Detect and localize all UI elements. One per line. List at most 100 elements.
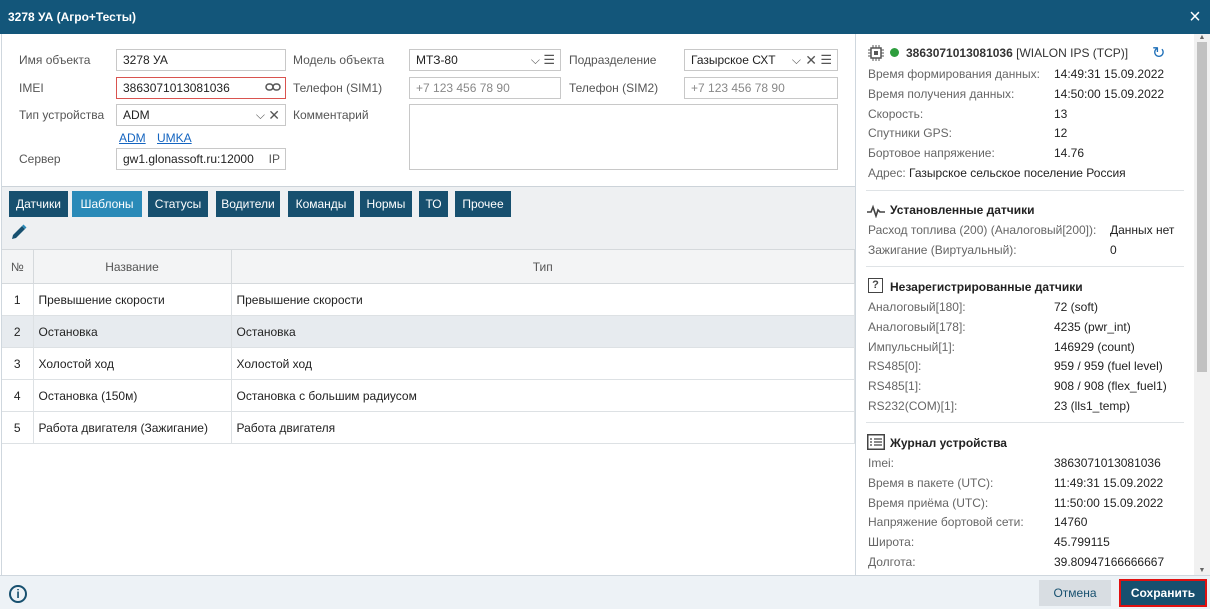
division-select[interactable]: Газырское СХТ ⌵ ✕ ☰	[684, 49, 838, 71]
save-button[interactable]: Сохранить	[1119, 579, 1207, 607]
clear-icon[interactable]: ✕	[805, 52, 817, 69]
info-value: 14:50:00 15.09.2022	[1054, 87, 1165, 101]
info-key: Время формирования данных:	[868, 67, 1040, 81]
table-row[interactable]: 5 Работа двигателя (Зажигание) Работа дв…	[2, 411, 855, 444]
imei-input[interactable]: 3863071013081036	[116, 77, 286, 99]
tab-commands[interactable]: Команды	[288, 191, 354, 217]
device-type-select[interactable]: ADM ⌵ ✕	[116, 104, 286, 126]
device-log-title: Журнал устройства	[890, 436, 1007, 450]
link-icon[interactable]	[265, 80, 281, 97]
info-value: 13	[1054, 107, 1068, 121]
tab-other[interactable]: Прочее	[455, 191, 511, 217]
table-header-row: № Название Тип	[2, 249, 855, 284]
object-form-panel: Имя объекта 3278 УА IMEI 386307101308103…	[1, 34, 855, 575]
device-link-adm[interactable]: ADM	[119, 131, 146, 145]
row-number: 3	[2, 347, 34, 380]
table-row[interactable]: 4 Остановка (150м) Остановка с большим р…	[2, 379, 855, 412]
sensor-key: Расход топлива (200) (Аналоговый[200]):	[868, 223, 1097, 237]
log-value: 45.799115	[1054, 535, 1110, 549]
row-type: Работа двигателя	[231, 411, 855, 444]
close-icon[interactable]: ×	[1184, 6, 1206, 28]
sensor-value: 4235 (pwr_int)	[1054, 320, 1131, 334]
templates-table: № Название Тип 1 Превышение скорости Пре…	[2, 249, 855, 444]
model-select[interactable]: МТЗ-80 ⌵ ☰	[409, 49, 561, 71]
sensor-value: 0	[1110, 243, 1117, 257]
comment-label: Комментарий	[293, 108, 369, 122]
chevron-down-icon[interactable]: ⌵	[792, 53, 801, 68]
log-value: 39.80947166666667	[1054, 555, 1165, 569]
model-label: Модель объекта	[293, 53, 385, 67]
clear-icon[interactable]: ✕	[268, 107, 280, 124]
info-key: Бортовое напряжение:	[868, 146, 995, 160]
tabs-bar: Датчики Шаблоны Статусы Водители Команды…	[2, 187, 855, 250]
log-key: Напряжение бортовой сети:	[868, 515, 1024, 529]
sensor-key: Аналоговый[178]:	[868, 320, 966, 334]
table-row[interactable]: 1 Превышение скорости Превышение скорост…	[2, 283, 855, 316]
divider	[866, 422, 1184, 423]
name-input[interactable]: 3278 УА	[116, 49, 286, 71]
log-value: 11:50:00 15.09.2022	[1054, 496, 1164, 510]
row-type: Превышение скорости	[231, 283, 855, 316]
scroll-down-icon[interactable]: ▼	[1197, 567, 1207, 575]
row-name: Превышение скорости	[33, 283, 232, 316]
row-number: 5	[2, 411, 34, 444]
divider	[866, 266, 1184, 267]
table-row[interactable]: 3 Холостой ход Холостой ход	[2, 347, 855, 380]
tab-drivers[interactable]: Водители	[216, 191, 280, 217]
server-label: Сервер	[19, 152, 61, 166]
ip-suffix: IP	[268, 152, 280, 166]
imei-label: IMEI	[19, 81, 44, 95]
tab-maintenance[interactable]: ТО	[419, 191, 448, 217]
window-title: 3278 УА (Агро+Тесты)	[8, 10, 136, 24]
sim1-input[interactable]: +7 123 456 78 90	[409, 77, 561, 99]
device-id: 3863071013081036	[906, 46, 1013, 60]
info-icon[interactable]: i	[9, 585, 27, 603]
sensor-value: 23 (lls1_temp)	[1054, 399, 1131, 413]
tab-norms[interactable]: Нормы	[360, 191, 412, 217]
log-key: Время приёма (UTC):	[868, 496, 989, 510]
col-type[interactable]: Тип	[231, 249, 855, 284]
table-row[interactable]: 2 Остановка Остановка	[2, 315, 855, 348]
server-input[interactable]: gw1.glonassoft.ru:12000 IP	[116, 148, 286, 170]
chevron-down-icon[interactable]: ⌵	[531, 53, 540, 68]
list-icon[interactable]: ☰	[543, 52, 555, 68]
row-type: Остановка с большим радиусом	[231, 379, 855, 412]
sensor-key: Зажигание (Виртуальный):	[868, 243, 1017, 257]
col-number[interactable]: №	[2, 249, 34, 284]
device-info-panel: 3863071013081036 [WIALON IPS (TCP)] ↻ Вр…	[855, 34, 1194, 575]
info-key: Скорость:	[868, 107, 924, 121]
sensor-value: 959 / 959 (fuel level)	[1054, 359, 1163, 373]
list-icon[interactable]: ☰	[820, 52, 832, 68]
tab-sensors[interactable]: Датчики	[9, 191, 68, 217]
sensor-value: 72 (soft)	[1054, 300, 1099, 314]
divider	[866, 190, 1184, 191]
right-panel-scrollbar[interactable]: ▲ ▼	[1194, 34, 1210, 575]
sensor-value: 146929 (count)	[1054, 340, 1135, 354]
scroll-up-icon[interactable]: ▲	[1197, 34, 1207, 42]
sensor-key: RS232(COM)[1]:	[868, 399, 958, 413]
log-value: 3863071013081036	[1054, 456, 1161, 470]
info-value: 12	[1054, 126, 1068, 140]
address-label: Адрес:	[868, 166, 906, 180]
sensor-key: RS485[0]:	[868, 359, 922, 373]
device-link-umka[interactable]: UMKA	[157, 131, 192, 145]
info-value: 14:49:31 15.09.2022	[1054, 67, 1165, 81]
tab-templates[interactable]: Шаблоны	[72, 191, 142, 217]
sensor-value: Данных нет	[1110, 223, 1175, 237]
address-value: Газырское сельское поселение Россия	[909, 166, 1126, 180]
scrollbar-thumb[interactable]	[1197, 42, 1207, 372]
comment-textarea[interactable]	[409, 104, 838, 170]
device-type-label: Тип устройства	[19, 108, 105, 122]
row-number: 4	[2, 379, 34, 412]
chip-icon	[868, 45, 884, 64]
unregistered-sensors-title: Незарегистрированные датчики	[890, 280, 1083, 294]
chevron-down-icon[interactable]: ⌵	[256, 108, 265, 123]
refresh-icon[interactable]: ↻	[1152, 46, 1165, 62]
col-name[interactable]: Название	[33, 249, 232, 284]
tab-statuses[interactable]: Статусы	[148, 191, 208, 217]
cancel-button[interactable]: Отмена	[1039, 580, 1111, 606]
pencil-icon[interactable]	[10, 223, 28, 241]
row-name: Работа двигателя (Зажигание)	[33, 411, 232, 444]
sensor-key: Импульсный[1]:	[868, 340, 955, 354]
sim2-input[interactable]: +7 123 456 78 90	[684, 77, 838, 99]
